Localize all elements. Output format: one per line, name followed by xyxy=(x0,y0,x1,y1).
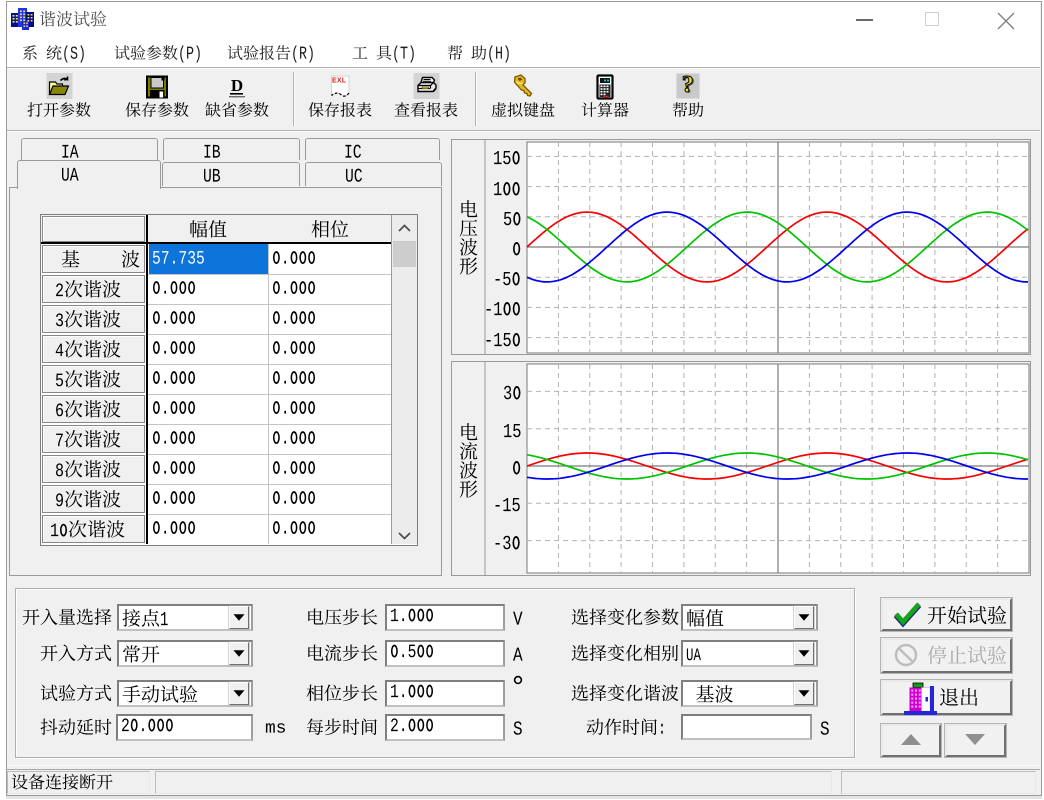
svg-text:EXL: EXL xyxy=(332,78,347,85)
svg-text:D: D xyxy=(231,76,243,95)
svg-text:?: ? xyxy=(682,72,694,98)
